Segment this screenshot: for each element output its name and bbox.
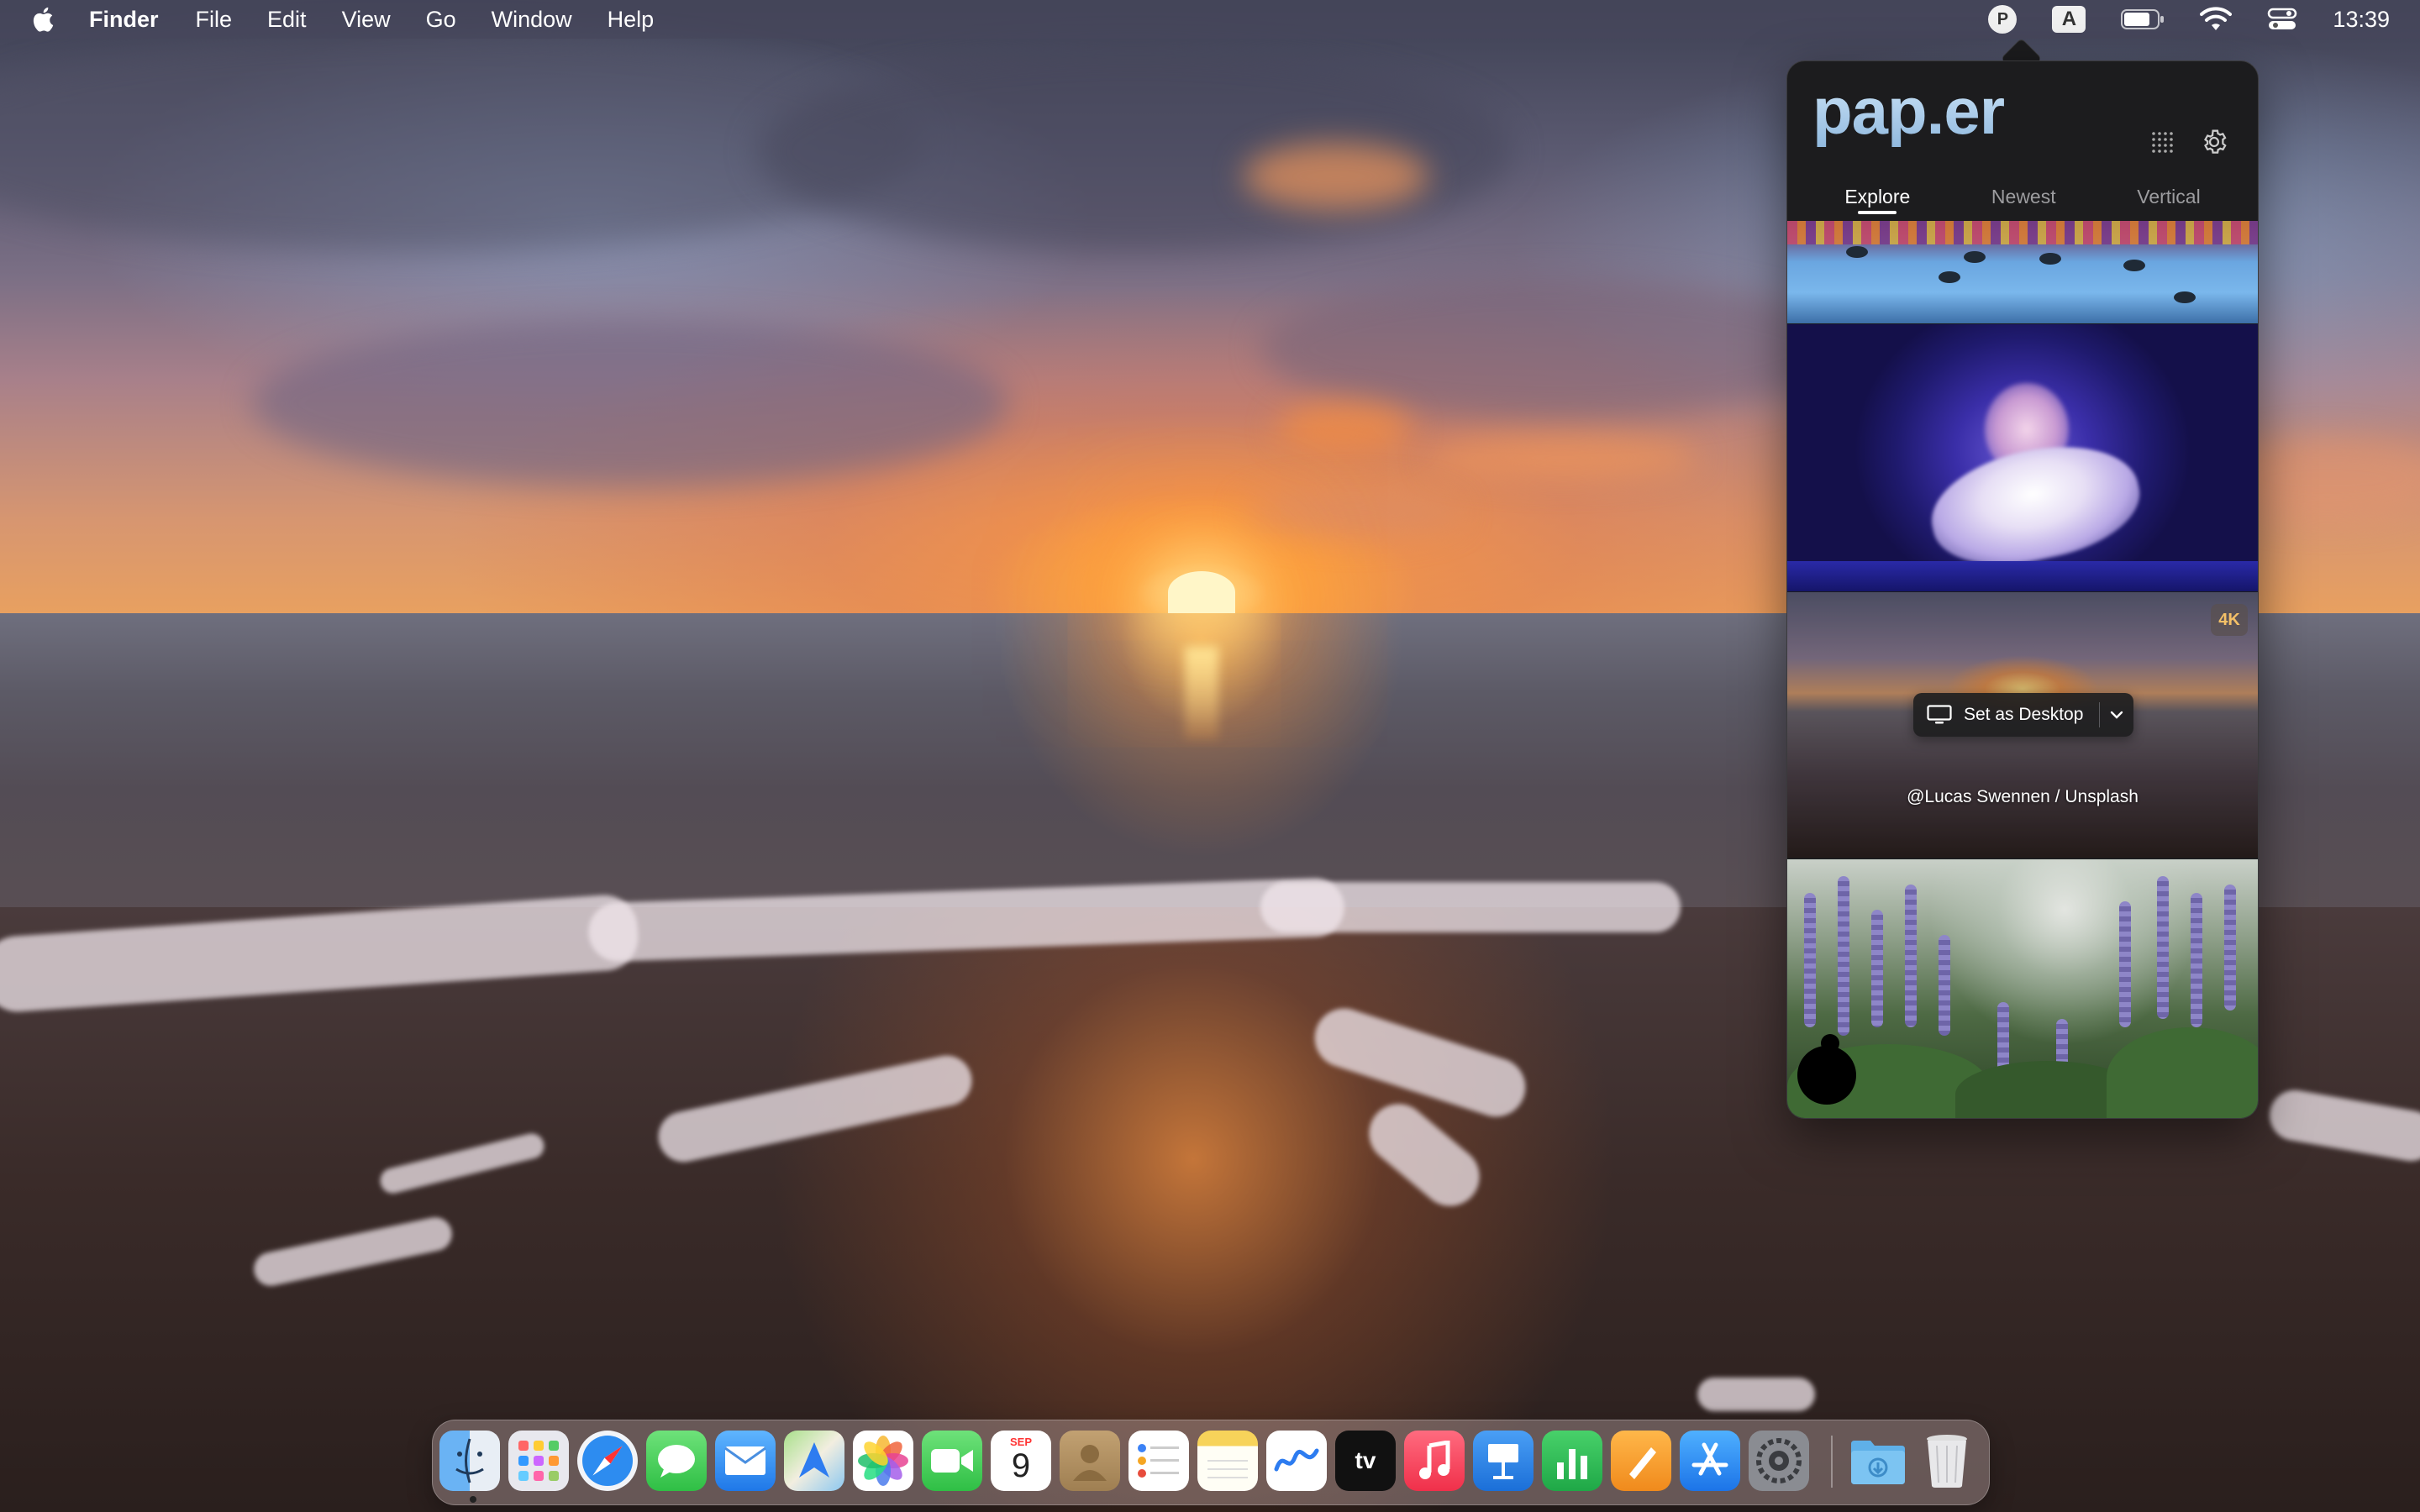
popover-header: pap.er Explore Newest Vertical	[1787, 61, 2258, 221]
freeform-icon[interactable]	[1266, 1431, 1327, 1491]
menu-help[interactable]: Help	[608, 7, 655, 33]
tv-label: tv	[1355, 1447, 1376, 1473]
wallpaper-thumbnail-pond[interactable]	[1787, 221, 2258, 323]
wallpaper-thumbnail-beach[interactable]: 4K Set as Desktop @Lucas Swennen / Unspl…	[1787, 592, 2258, 858]
reminders-icon[interactable]	[1128, 1431, 1189, 1491]
trash-icon[interactable]	[1917, 1431, 1977, 1491]
contacts-icon[interactable]	[1060, 1431, 1120, 1491]
set-as-desktop-label: Set as Desktop	[1964, 705, 2084, 724]
input-source-status-item[interactable]: A	[2052, 6, 2086, 33]
tab-vertical[interactable]: Vertical	[2137, 181, 2200, 221]
photo-credit[interactable]: @Lucas Swennen / Unsplash	[1787, 787, 2258, 807]
messages-icon[interactable]	[646, 1431, 707, 1491]
battery-status-item[interactable]	[2121, 8, 2165, 30]
battery-icon	[2121, 9, 2165, 29]
calendar-month: SEP	[1009, 1436, 1032, 1448]
paper-status-item[interactable]: P	[1988, 5, 2018, 34]
wifi-icon	[2200, 7, 2233, 30]
tab-newest[interactable]: Newest	[1991, 181, 2056, 221]
display-icon	[1927, 705, 1952, 724]
finder-icon[interactable]	[439, 1431, 500, 1491]
pages-icon[interactable]	[1611, 1431, 1671, 1491]
set-as-desktop-button[interactable]: Set as Desktop	[1913, 693, 2133, 737]
control-center-status-item[interactable]	[2267, 7, 2297, 32]
dock: SEP 9 tv	[432, 1420, 1990, 1505]
menu-edit[interactable]: Edit	[267, 7, 307, 33]
popover-tabs: Explore Newest Vertical	[1787, 181, 2258, 221]
facetime-icon[interactable]	[922, 1431, 982, 1491]
menu-view[interactable]: View	[342, 7, 391, 33]
mail-icon[interactable]	[715, 1431, 776, 1491]
paper-app-icon: P	[1988, 5, 2018, 34]
finder-running-indicator	[470, 1496, 476, 1503]
apple-icon[interactable]	[30, 5, 59, 34]
dock-separator	[1831, 1436, 1833, 1488]
calendar-day: 9	[1011, 1447, 1031, 1484]
photos-icon[interactable]	[853, 1431, 913, 1491]
app-store-icon[interactable]	[1680, 1431, 1740, 1491]
menu-bar: Finder File Edit View Go Window Help P A	[0, 0, 2420, 39]
gear-icon[interactable]	[2199, 127, 2229, 157]
wallpaper-grid: 4K Set as Desktop @Lucas Swennen / Unspl…	[1787, 221, 2258, 1118]
tv-icon[interactable]: tv	[1335, 1431, 1396, 1491]
dots-grid-icon[interactable]	[2147, 127, 2177, 157]
numbers-icon[interactable]	[1542, 1431, 1602, 1491]
launchpad-icon[interactable]	[508, 1431, 569, 1491]
input-source-icon: A	[2052, 6, 2086, 33]
wallpaper-thumbnail-lupines[interactable]	[1787, 859, 2258, 1118]
paper-logo: pap.er	[1812, 74, 2005, 148]
menu-window[interactable]: Window	[492, 7, 572, 33]
control-center-icon	[2268, 8, 2297, 29]
calendar-icon[interactable]: SEP 9	[991, 1431, 1051, 1491]
tab-explore[interactable]: Explore	[1844, 181, 1910, 221]
user-avatar[interactable]	[1797, 1034, 1856, 1105]
menubar-clock[interactable]: 13:39	[2333, 7, 2390, 33]
wifi-status-item[interactable]	[2200, 7, 2233, 32]
paper-popover: pap.er Explore Newest Vertical 4K Set as…	[1786, 60, 2259, 1119]
downloads-folder-icon[interactable]	[1848, 1431, 1908, 1491]
menu-app-name[interactable]: Finder	[89, 7, 159, 33]
resolution-badge: 4K	[2211, 604, 2248, 636]
maps-icon[interactable]	[784, 1431, 844, 1491]
system-settings-icon[interactable]	[1749, 1431, 1809, 1491]
menu-file[interactable]: File	[196, 7, 233, 33]
chevron-down-icon[interactable]	[2100, 693, 2133, 737]
keynote-icon[interactable]	[1473, 1431, 1534, 1491]
notes-icon[interactable]	[1197, 1431, 1258, 1491]
menu-go[interactable]: Go	[426, 7, 456, 33]
safari-icon[interactable]	[577, 1431, 638, 1491]
music-icon[interactable]	[1404, 1431, 1465, 1491]
wallpaper-thumbnail-dancer[interactable]	[1787, 324, 2258, 591]
